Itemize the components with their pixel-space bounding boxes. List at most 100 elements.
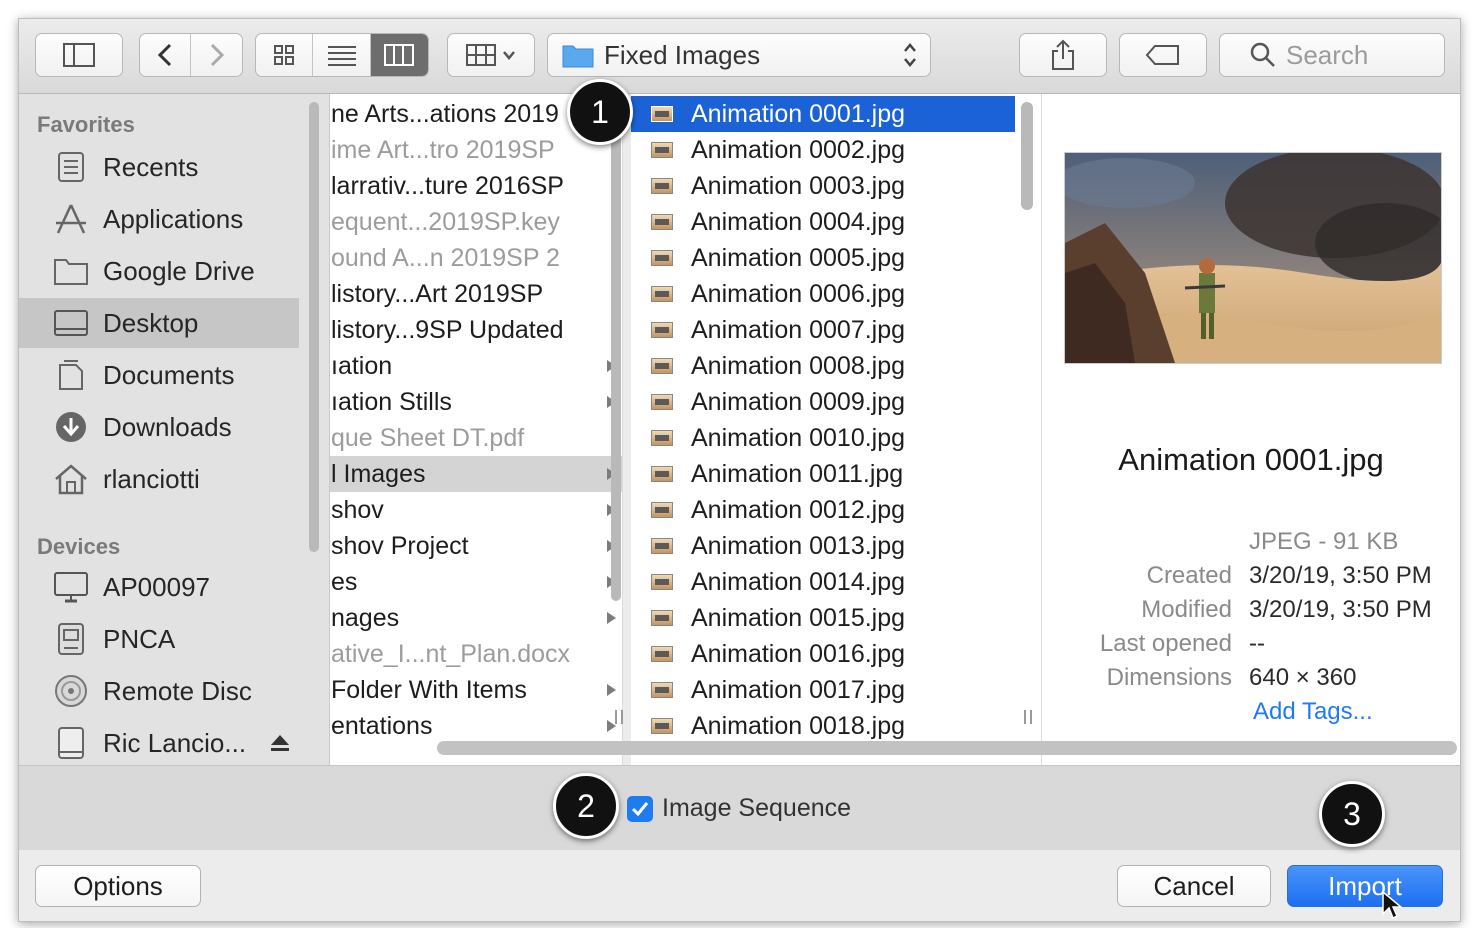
file-row[interactable]: Animation 0009.jpg bbox=[631, 384, 1015, 420]
sidebar-item-applications[interactable]: Applications bbox=[19, 194, 299, 244]
horizontal-scrollbar[interactable] bbox=[437, 741, 1457, 755]
column-resize-handle[interactable] bbox=[615, 710, 623, 724]
column-view-button[interactable] bbox=[370, 34, 428, 76]
column-resize-handle[interactable] bbox=[1024, 710, 1032, 724]
share-icon bbox=[1052, 39, 1074, 70]
file-row[interactable]: listory...Art 2019SP bbox=[330, 276, 622, 312]
chevron-down-icon bbox=[503, 51, 515, 60]
file-row[interactable]: Animation 0003.jpg bbox=[631, 168, 1015, 204]
file-row[interactable]: Animation 0017.jpg bbox=[631, 672, 1015, 708]
sidebar-item-label: PNCA bbox=[103, 623, 176, 654]
checkmark-icon bbox=[631, 802, 649, 817]
file-name: Animation 0018.jpg bbox=[691, 711, 906, 740]
file-row[interactable]: Animation 0011.jpg bbox=[631, 456, 1015, 492]
back-button[interactable] bbox=[140, 34, 192, 76]
preview-thumbnail bbox=[1064, 152, 1442, 364]
file-name: Animation 0014.jpg bbox=[691, 567, 906, 596]
file-row[interactable]: Animation 0004.jpg bbox=[631, 204, 1015, 240]
file-row[interactable]: Animation 0005.jpg bbox=[631, 240, 1015, 276]
file-row[interactable]: larrativ...ture 2016SP bbox=[330, 168, 622, 204]
file-name: Animation 0016.jpg bbox=[691, 639, 906, 668]
options-button[interactable]: Options bbox=[35, 865, 201, 907]
list-view-button[interactable] bbox=[313, 34, 371, 76]
icon-view-button[interactable] bbox=[256, 34, 314, 76]
sidebar-scrollbar[interactable] bbox=[309, 102, 319, 552]
file-name: Animation 0007.jpg bbox=[691, 315, 906, 344]
column-scroll-thumb[interactable] bbox=[1021, 102, 1033, 210]
eject-icon[interactable] bbox=[270, 734, 290, 752]
search-field[interactable]: Search bbox=[1219, 33, 1445, 77]
image-sequence-label[interactable]: Image Sequence bbox=[662, 794, 851, 823]
folder-row[interactable]: ıation bbox=[330, 348, 622, 384]
sidebar-item-pnca[interactable]: PNCA bbox=[19, 614, 299, 664]
folder-row[interactable]: ıation Stills bbox=[330, 384, 622, 420]
nav-buttons bbox=[139, 33, 243, 77]
file-row[interactable]: ative_I...nt_Plan.docx bbox=[330, 636, 622, 672]
import-button[interactable]: Import bbox=[1287, 865, 1443, 907]
folder-row[interactable]: Folder With Items bbox=[330, 672, 622, 708]
recents-icon bbox=[53, 149, 89, 185]
file-row[interactable]: listory...9SP Updated bbox=[330, 312, 622, 348]
file-name: Animation 0005.jpg bbox=[691, 243, 906, 272]
folder-row[interactable]: shov Project bbox=[330, 528, 622, 564]
jpeg-file-icon bbox=[651, 358, 673, 374]
group-by-button[interactable] bbox=[447, 33, 535, 77]
jpeg-file-icon bbox=[651, 466, 673, 482]
file-row[interactable]: Animation 0002.jpg bbox=[631, 132, 1015, 168]
column-scroll-thumb[interactable] bbox=[611, 101, 621, 601]
sidebar-item-desktop[interactable]: Desktop bbox=[19, 298, 299, 348]
devices-heading: Devices bbox=[37, 534, 121, 559]
file-row[interactable]: Animation 0015.jpg bbox=[631, 600, 1015, 636]
folder-row[interactable]: nages bbox=[330, 600, 622, 636]
sidebar-item-google-drive[interactable]: Google Drive bbox=[19, 246, 299, 296]
folder-row[interactable]: l Images bbox=[330, 456, 622, 492]
share-button[interactable] bbox=[1019, 33, 1107, 77]
sidebar-item-label: AP00097 bbox=[103, 571, 210, 602]
file-row[interactable]: ound A...n 2019SP 2 bbox=[330, 240, 622, 276]
file-row[interactable]: Animation 0014.jpg bbox=[631, 564, 1015, 600]
image-sequence-checkbox[interactable] bbox=[627, 796, 653, 822]
chevron-right-icon bbox=[210, 43, 224, 67]
sidebar-item-home[interactable]: rlanciotti bbox=[19, 454, 299, 504]
sidebar-item-ric-lancio[interactable]: Ric Lancio... bbox=[19, 718, 299, 768]
sidebar-icon bbox=[63, 43, 95, 67]
file-row[interactable]: Animation 0018.jpg bbox=[631, 708, 1015, 744]
file-row[interactable]: Animation 0008.jpg bbox=[631, 348, 1015, 384]
sidebar-item-recents[interactable]: Recents bbox=[19, 142, 299, 192]
sidebar-item-label: rlanciotti bbox=[103, 463, 200, 494]
file-row[interactable]: Animation 0010.jpg bbox=[631, 420, 1015, 456]
jpeg-file-icon bbox=[651, 430, 673, 446]
favorites-heading: Favorites bbox=[37, 112, 135, 137]
folder-row[interactable]: es bbox=[330, 564, 622, 600]
file-row[interactable]: Animation 0001.jpg bbox=[631, 96, 1015, 132]
row-label: shov Project bbox=[331, 531, 469, 560]
row-label: l Images bbox=[331, 459, 426, 488]
file-row[interactable]: Animation 0012.jpg bbox=[631, 492, 1015, 528]
drive-icon bbox=[53, 621, 89, 657]
file-row[interactable]: Animation 0013.jpg bbox=[631, 528, 1015, 564]
callout-badge-2: 2 bbox=[553, 773, 619, 839]
add-tags-link[interactable]: Add Tags... bbox=[1253, 698, 1373, 726]
sidebar-item-label: Applications bbox=[103, 203, 244, 234]
folder-row[interactable]: shov bbox=[330, 492, 622, 528]
sidebar-item-remote-disc[interactable]: Remote Disc bbox=[19, 666, 299, 716]
folder-row[interactable]: entations bbox=[330, 708, 622, 744]
file-row[interactable]: Animation 0007.jpg bbox=[631, 312, 1015, 348]
file-row[interactable]: que Sheet DT.pdf bbox=[330, 420, 622, 456]
tags-button[interactable] bbox=[1119, 33, 1207, 77]
row-label: ative_I...nt_Plan.docx bbox=[331, 639, 571, 668]
sidebar-item-downloads[interactable]: Downloads bbox=[19, 402, 299, 452]
file-name: Animation 0011.jpg bbox=[691, 459, 904, 488]
group-grid-icon bbox=[466, 44, 496, 66]
file-row[interactable]: Animation 0016.jpg bbox=[631, 636, 1015, 672]
path-popup[interactable]: Fixed Images bbox=[547, 33, 931, 77]
sidebar-toggle-button[interactable] bbox=[35, 33, 123, 77]
sidebar-item-label: Desktop bbox=[103, 307, 199, 338]
forward-button[interactable] bbox=[191, 34, 242, 76]
file-row[interactable]: equent...2019SP.key bbox=[330, 204, 622, 240]
file-row[interactable]: Animation 0006.jpg bbox=[631, 276, 1015, 312]
jpeg-file-icon bbox=[651, 286, 673, 302]
cancel-button[interactable]: Cancel bbox=[1117, 865, 1271, 907]
sidebar-item-ap00097[interactable]: AP00097 bbox=[19, 562, 299, 612]
sidebar-item-documents[interactable]: Documents bbox=[19, 350, 299, 400]
